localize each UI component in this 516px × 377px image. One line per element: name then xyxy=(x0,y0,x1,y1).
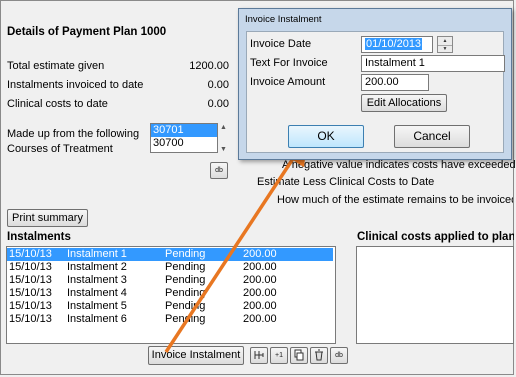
invoice-amount-label: Invoice Amount xyxy=(250,76,326,88)
invoice-date-label: Invoice Date xyxy=(250,38,312,50)
dialog-body: Invoice Date 01/10/2013 ▲ ▼ Text For Inv… xyxy=(246,31,505,153)
arrow-line xyxy=(164,136,308,353)
text-for-invoice-field[interactable]: Instalment 1 xyxy=(361,55,505,72)
dialog-controls xyxy=(472,11,506,26)
invoice-date-field[interactable]: 01/10/2013 xyxy=(361,36,433,53)
invoice-date-value: 01/10/2013 xyxy=(365,38,423,50)
invoice-instalment-dialog: Invoice Instalment Invoice Date 01/10/20… xyxy=(238,8,512,160)
cancel-button[interactable]: Cancel xyxy=(394,125,470,148)
text-for-invoice-label: Text For Invoice xyxy=(250,57,328,69)
ok-button[interactable]: OK xyxy=(288,125,364,148)
edit-allocations-button[interactable]: Edit Allocations xyxy=(361,94,447,112)
dialog-title: Invoice Instalment xyxy=(245,14,322,25)
spin-up-icon[interactable]: ▲ xyxy=(438,37,452,46)
invoice-amount-field[interactable]: 200.00 xyxy=(361,74,429,91)
spin-down-icon[interactable]: ▼ xyxy=(438,46,452,53)
date-spinner[interactable]: ▲ ▼ xyxy=(437,36,453,53)
